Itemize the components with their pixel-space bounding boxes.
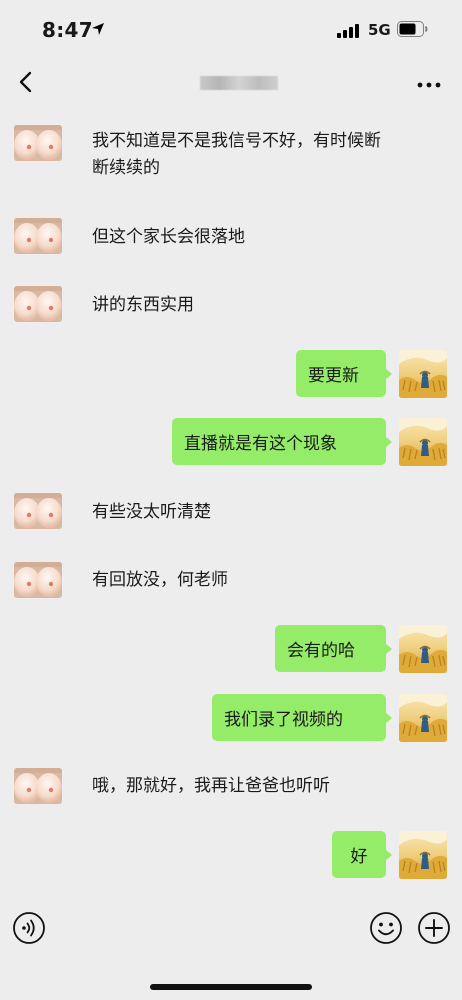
- battery-icon: [397, 21, 429, 41]
- sent-message-bubble[interactable]: 好: [332, 831, 392, 878]
- chat-header: [0, 56, 462, 108]
- received-message: 但这个家长会很落地: [92, 227, 245, 247]
- received-message: 有回放没，何老师: [92, 570, 228, 590]
- sent-message-bubble[interactable]: 我们录了视频的: [212, 694, 392, 741]
- network-type: 5G: [368, 21, 391, 39]
- contact-avatar[interactable]: [14, 125, 62, 161]
- sent-message-bubble[interactable]: 会有的哈: [275, 625, 392, 672]
- received-message: 哦，那就好，我再让爸爸也听听: [92, 776, 330, 796]
- self-avatar[interactable]: [399, 418, 447, 466]
- contact-avatar[interactable]: [14, 286, 62, 322]
- contact-avatar[interactable]: [14, 218, 62, 254]
- received-message: 讲的东西实用: [92, 295, 194, 315]
- self-avatar[interactable]: [399, 625, 447, 673]
- contact-avatar[interactable]: [14, 493, 62, 529]
- home-indicator[interactable]: [150, 984, 312, 990]
- back-arrow-icon[interactable]: [16, 70, 38, 94]
- sent-message-bubble[interactable]: 直播就是有这个现象: [172, 418, 392, 465]
- cellular-signal-icon: [337, 23, 361, 42]
- location-arrow-icon: [90, 21, 106, 41]
- more-options-icon[interactable]: [416, 76, 442, 88]
- contact-avatar[interactable]: [14, 768, 62, 804]
- contact-avatar[interactable]: [14, 562, 62, 598]
- contact-name-blurred: [200, 76, 278, 90]
- self-avatar[interactable]: [399, 694, 447, 742]
- sent-message-bubble[interactable]: 要更新: [296, 350, 392, 397]
- received-message: 我不知道是不是我信号不好，有时候断断续续的: [92, 131, 381, 178]
- status-time: 8:47: [42, 18, 93, 42]
- voice-icon[interactable]: [12, 911, 46, 949]
- plus-icon[interactable]: [417, 911, 451, 949]
- emoji-icon[interactable]: [369, 911, 403, 949]
- self-avatar[interactable]: [399, 831, 447, 879]
- input-bar: [0, 900, 462, 1000]
- status-bar: 8:47 5G: [0, 0, 462, 56]
- self-avatar[interactable]: [399, 350, 447, 398]
- received-message: 有些没太听清楚: [92, 502, 211, 522]
